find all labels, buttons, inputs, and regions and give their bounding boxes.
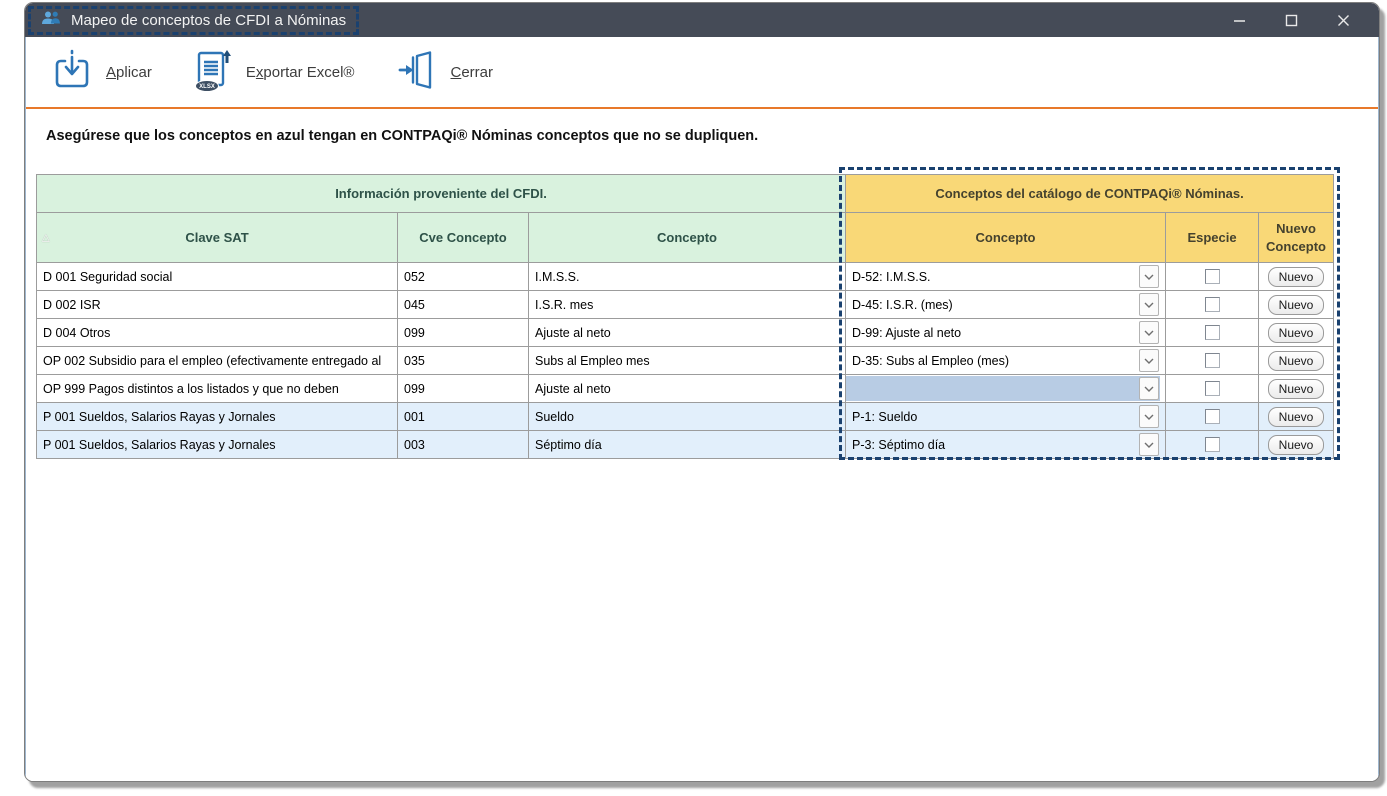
exportar-excel-button[interactable]: XLSX Exportar Excel® xyxy=(194,47,355,98)
window-title: Mapeo de conceptos de CFDI a Nóminas xyxy=(71,12,346,29)
table-row-duplicate-warning: P 001 Sueldos, Salarios Rayas y Jornales… xyxy=(37,431,1334,459)
apply-download-icon xyxy=(52,48,92,97)
svg-text:XLSX: XLSX xyxy=(199,84,215,90)
table-row-duplicate-warning: P 001 Sueldos, Salarios Rayas y Jornales… xyxy=(37,403,1334,431)
especie-checkbox[interactable] xyxy=(1205,297,1220,312)
group-header-row: Información proveniente del CFDI. Concep… xyxy=(37,175,1334,213)
cerrar-button[interactable]: Cerrar xyxy=(396,48,493,97)
concepto-nominas-select-empty[interactable] xyxy=(846,376,1160,401)
concepto-nominas-select[interactable]: P-1: Sueldo xyxy=(846,404,1160,429)
cell-cve-concepto: 035 xyxy=(398,347,529,375)
concepto-nominas-select[interactable]: D-45: I.S.R. (mes) xyxy=(846,292,1160,317)
cell-concepto-cfdi: Ajuste al neto xyxy=(529,375,846,403)
cell-concepto-cfdi: Subs al Empleo mes xyxy=(529,347,846,375)
column-header-cve-concepto: Cve Concepto xyxy=(398,213,529,263)
cell-concepto-cfdi: Séptimo día xyxy=(529,431,846,459)
column-header-row: △Clave SAT Cve Concepto Concepto Concept… xyxy=(37,213,1334,263)
toolbar-button-label: Exportar Excel® xyxy=(246,64,355,81)
especie-checkbox[interactable] xyxy=(1205,269,1220,284)
concepto-nominas-select[interactable]: D-99: Ajuste al neto xyxy=(846,320,1160,345)
table-row: D 002 ISR 045 I.S.R. mes D-45: I.S.R. (m… xyxy=(37,291,1334,319)
column-header-nuevo-concepto: Nuevo Concepto xyxy=(1259,213,1334,263)
window-controls xyxy=(1213,3,1369,37)
cell-clave-sat: P 001 Sueldos, Salarios Rayas y Jornales xyxy=(37,431,398,459)
column-header-clave-sat: △Clave SAT xyxy=(37,213,398,263)
nuevo-concepto-button[interactable]: Nuevo xyxy=(1268,379,1324,399)
chevron-down-icon[interactable] xyxy=(1139,405,1159,428)
cell-concepto-cfdi: Ajuste al neto xyxy=(529,319,846,347)
table-row: D 001 Seguridad social 052 I.M.S.S. D-52… xyxy=(37,263,1334,291)
cell-cve-concepto: 099 xyxy=(398,375,529,403)
cell-cve-concepto: 045 xyxy=(398,291,529,319)
especie-checkbox[interactable] xyxy=(1205,381,1220,396)
toolbar-button-label: Cerrar xyxy=(450,64,493,81)
group-header-cfdi: Información proveniente del CFDI. xyxy=(37,175,846,213)
toolbar: Aplicar XLSX Exportar Excel® xyxy=(26,37,1378,109)
nuevo-concepto-button[interactable]: Nuevo xyxy=(1268,351,1324,371)
maximize-button[interactable] xyxy=(1265,3,1317,37)
chevron-down-icon[interactable] xyxy=(1139,377,1159,400)
cell-clave-sat: D 002 ISR xyxy=(37,291,398,319)
group-header-nominas: Conceptos del catálogo de CONTPAQi® Nómi… xyxy=(846,175,1334,213)
chevron-down-icon[interactable] xyxy=(1139,293,1159,316)
especie-checkbox[interactable] xyxy=(1205,353,1220,368)
table-row: OP 002 Subsidio para el empleo (efectiva… xyxy=(37,347,1334,375)
cell-clave-sat: OP 999 Pagos distintos a los listados y … xyxy=(37,375,398,403)
especie-checkbox[interactable] xyxy=(1205,409,1220,424)
cell-clave-sat: D 001 Seguridad social xyxy=(37,263,398,291)
mapping-table: Información proveniente del CFDI. Concep… xyxy=(36,174,1334,459)
app-people-icon xyxy=(40,10,62,31)
notice-text: Asegúrese que los conceptos en azul teng… xyxy=(46,128,1378,144)
nuevo-concepto-button[interactable]: Nuevo xyxy=(1268,295,1324,315)
especie-checkbox[interactable] xyxy=(1205,325,1220,340)
cell-cve-concepto: 052 xyxy=(398,263,529,291)
cell-clave-sat: P 001 Sueldos, Salarios Rayas y Jornales xyxy=(37,403,398,431)
column-header-especie: Especie xyxy=(1166,213,1259,263)
minimize-button[interactable] xyxy=(1213,3,1265,37)
table-row: OP 999 Pagos distintos a los listados y … xyxy=(37,375,1334,403)
close-button[interactable] xyxy=(1317,3,1369,37)
concepto-nominas-select[interactable]: D-52: I.M.S.S. xyxy=(846,264,1160,289)
cell-cve-concepto: 001 xyxy=(398,403,529,431)
cell-concepto-cfdi: I.M.S.S. xyxy=(529,263,846,291)
mapping-table-wrap: Información proveniente del CFDI. Concep… xyxy=(36,174,1333,459)
title-bar: Mapeo de conceptos de CFDI a Nóminas xyxy=(25,3,1379,37)
sort-indicator-icon: △ xyxy=(42,232,50,243)
cell-clave-sat: D 004 Otros xyxy=(37,319,398,347)
cell-concepto-cfdi: I.S.R. mes xyxy=(529,291,846,319)
aplicar-button[interactable]: Aplicar xyxy=(52,48,152,97)
toolbar-button-label: Aplicar xyxy=(106,64,152,81)
especie-checkbox[interactable] xyxy=(1205,437,1220,452)
nuevo-concepto-button[interactable]: Nuevo xyxy=(1268,323,1324,343)
nuevo-concepto-button[interactable]: Nuevo xyxy=(1268,407,1324,427)
exit-door-icon xyxy=(396,48,436,97)
nuevo-concepto-button[interactable]: Nuevo xyxy=(1268,435,1324,455)
column-header-concepto-cfdi: Concepto xyxy=(529,213,846,263)
concepto-nominas-select[interactable]: P-3: Séptimo día xyxy=(846,432,1160,457)
cell-concepto-cfdi: Sueldo xyxy=(529,403,846,431)
excel-export-icon: XLSX xyxy=(194,47,232,98)
nuevo-concepto-button[interactable]: Nuevo xyxy=(1268,267,1324,287)
chevron-down-icon[interactable] xyxy=(1139,349,1159,372)
chevron-down-icon[interactable] xyxy=(1139,265,1159,288)
table-row: D 004 Otros 099 Ajuste al neto D-99: Aju… xyxy=(37,319,1334,347)
cell-clave-sat: OP 002 Subsidio para el empleo (efectiva… xyxy=(37,347,398,375)
chevron-down-icon[interactable] xyxy=(1139,433,1159,456)
cell-cve-concepto: 099 xyxy=(398,319,529,347)
column-header-concepto-nominas: Concepto xyxy=(846,213,1166,263)
concepto-nominas-select[interactable]: D-35: Subs al Empleo (mes) xyxy=(846,348,1160,373)
window: Mapeo de conceptos de CFDI a Nóminas xyxy=(24,2,1380,782)
cell-cve-concepto: 003 xyxy=(398,431,529,459)
chevron-down-icon[interactable] xyxy=(1139,321,1159,344)
window-content: Aplicar XLSX Exportar Excel® xyxy=(25,37,1379,782)
